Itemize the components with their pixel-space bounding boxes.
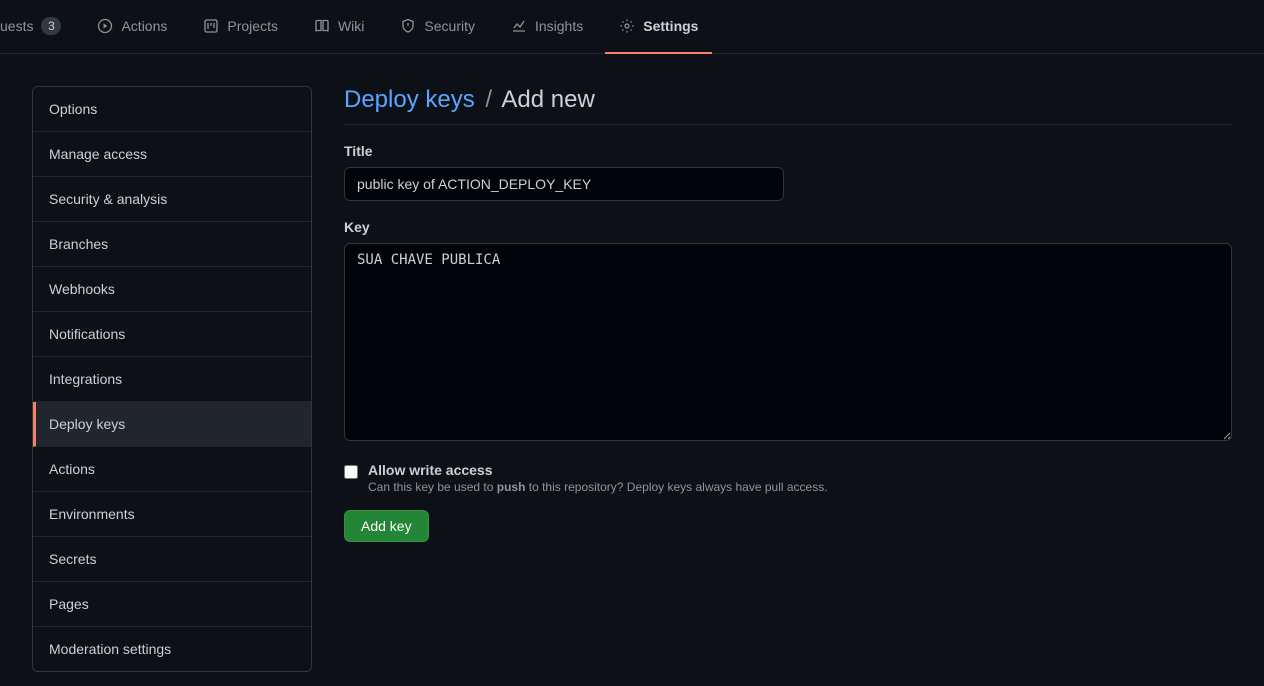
tab-pull-requests[interactable]: uests 3	[0, 0, 75, 54]
pull-requests-count: 3	[41, 17, 61, 35]
key-label: Key	[344, 219, 1232, 235]
sidebar-item-label: Webhooks	[49, 281, 115, 297]
main-content: Deploy keys / Add new Title Key SUA CHAV…	[344, 86, 1248, 672]
sidebar-item-integrations[interactable]: Integrations	[33, 357, 311, 402]
sidebar-item-secrets[interactable]: Secrets	[33, 537, 311, 582]
allow-write-row: Allow write access Can this key be used …	[344, 462, 1232, 494]
sidebar-item-label: Security & analysis	[49, 191, 167, 207]
sidebar-item-label: Secrets	[49, 551, 96, 567]
tab-projects[interactable]: Projects	[189, 0, 292, 54]
book-icon	[314, 18, 330, 34]
play-icon	[97, 18, 113, 34]
project-icon	[203, 18, 219, 34]
sidebar-item-manage-access[interactable]: Manage access	[33, 132, 311, 177]
sidebar-item-label: Pages	[49, 596, 89, 612]
sidebar-item-webhooks[interactable]: Webhooks	[33, 267, 311, 312]
sidebar-item-security-analysis[interactable]: Security & analysis	[33, 177, 311, 222]
sidebar-item-label: Actions	[49, 461, 95, 477]
sidebar-item-moderation[interactable]: Moderation settings	[33, 627, 311, 671]
shield-icon	[400, 18, 416, 34]
sidebar-item-pages[interactable]: Pages	[33, 582, 311, 627]
sidebar-item-actions[interactable]: Actions	[33, 447, 311, 492]
sidebar-item-label: Moderation settings	[49, 641, 171, 657]
gear-icon	[619, 18, 635, 34]
graph-icon	[511, 18, 527, 34]
sidebar-item-environments[interactable]: Environments	[33, 492, 311, 537]
tab-label: Settings	[643, 18, 698, 34]
sidebar-item-deploy-keys[interactable]: Deploy keys	[33, 402, 311, 447]
tab-actions[interactable]: Actions	[83, 0, 181, 54]
sidebar-item-label: Environments	[49, 506, 135, 522]
tab-label: Wiki	[338, 18, 364, 34]
repo-tabs: uests 3 Actions Projects Wiki Security I…	[0, 0, 1264, 54]
title-field: Title	[344, 143, 1232, 201]
breadcrumb: Deploy keys / Add new	[344, 86, 1232, 125]
breadcrumb-current: Add new	[501, 86, 594, 113]
tab-label: uests	[0, 18, 33, 34]
tab-settings[interactable]: Settings	[605, 0, 712, 54]
sidebar-item-options[interactable]: Options	[33, 87, 311, 132]
title-input[interactable]	[344, 167, 784, 201]
sidebar-item-label: Deploy keys	[49, 416, 125, 432]
sidebar-item-notifications[interactable]: Notifications	[33, 312, 311, 357]
sidebar-item-label: Options	[49, 101, 97, 117]
tab-label: Security	[424, 18, 475, 34]
sidebar-item-branches[interactable]: Branches	[33, 222, 311, 267]
tab-security[interactable]: Security	[386, 0, 489, 54]
tab-label: Actions	[121, 18, 167, 34]
key-textarea[interactable]: SUA CHAVE PUBLICA	[344, 243, 1232, 441]
add-key-button[interactable]: Add key	[344, 510, 429, 542]
title-label: Title	[344, 143, 1232, 159]
breadcrumb-sep: /	[481, 86, 496, 113]
sidebar-item-label: Integrations	[49, 371, 122, 387]
allow-write-help: Can this key be used to push to this rep…	[368, 480, 828, 494]
allow-write-label: Allow write access	[368, 462, 828, 478]
breadcrumb-parent[interactable]: Deploy keys	[344, 86, 475, 113]
key-field: Key SUA CHAVE PUBLICA	[344, 219, 1232, 444]
allow-write-checkbox[interactable]	[344, 465, 358, 479]
tab-label: Projects	[227, 18, 278, 34]
tab-label: Insights	[535, 18, 583, 34]
sidebar-item-label: Branches	[49, 236, 108, 252]
tab-insights[interactable]: Insights	[497, 0, 597, 54]
sidebar-item-label: Manage access	[49, 146, 147, 162]
sidebar-item-label: Notifications	[49, 326, 125, 342]
tab-wiki[interactable]: Wiki	[300, 0, 378, 54]
settings-sidebar: Options Manage access Security & analysi…	[32, 86, 312, 672]
